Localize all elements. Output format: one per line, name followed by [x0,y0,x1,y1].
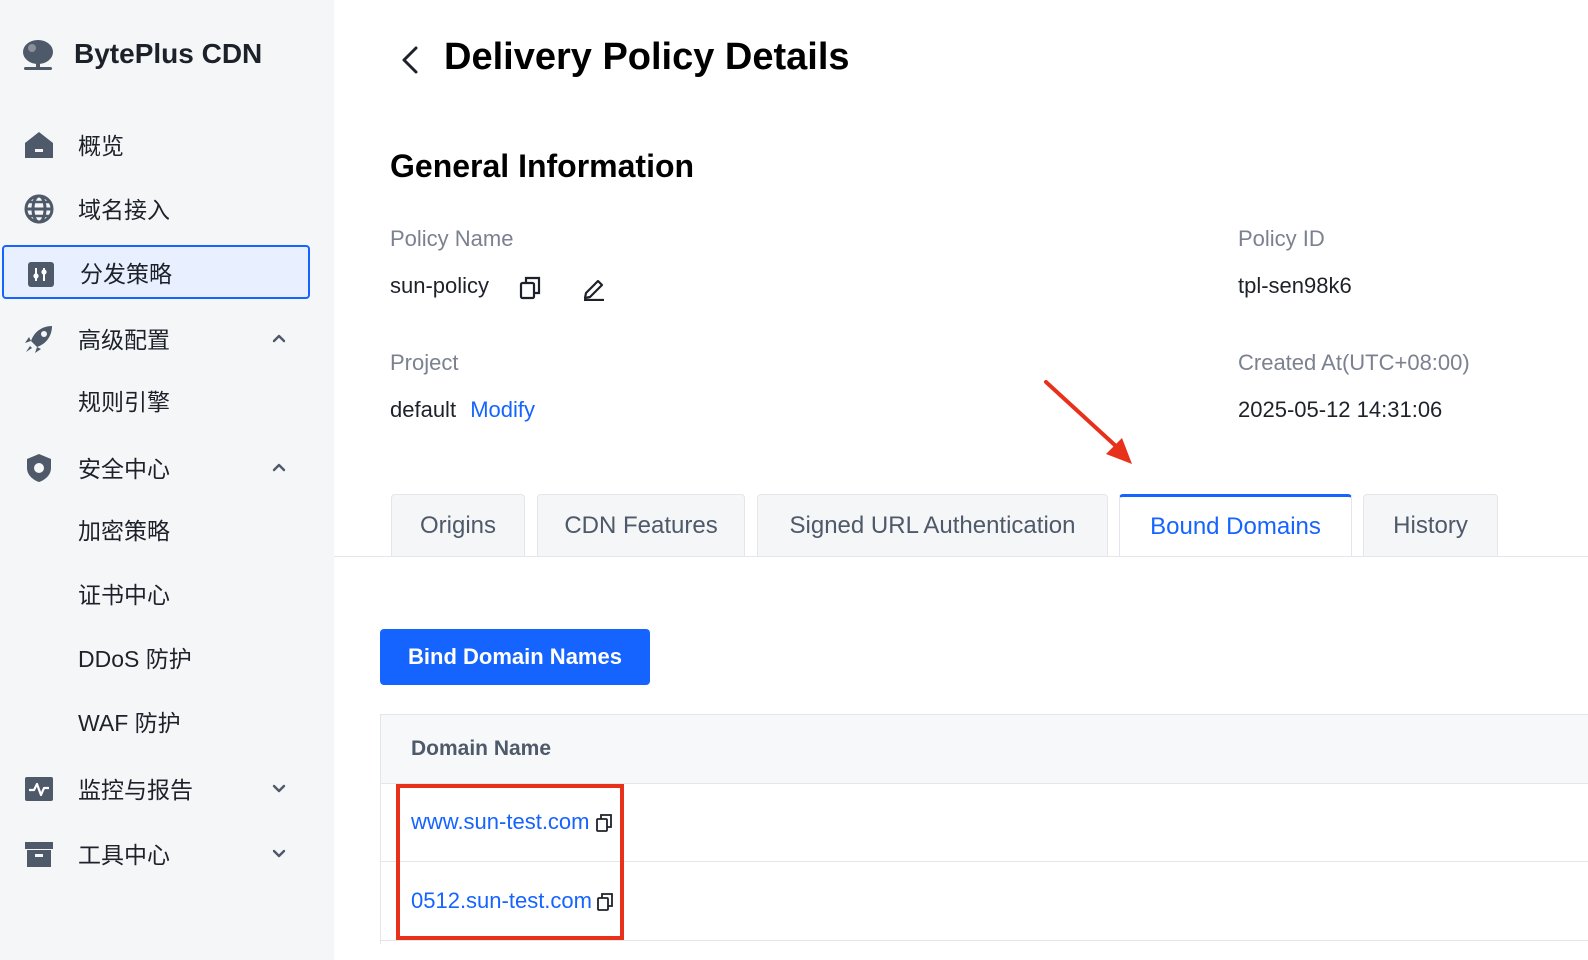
sidebar-item-label: 安全中心 [78,456,170,482]
sidebar-subitem-encryption-policy[interactable]: 加密策略 [78,511,170,551]
column-header-domain-name: Domain Name [411,737,552,760]
sidebar-item-delivery-policy[interactable]: 分发策略 [2,245,310,299]
edit-icon[interactable] [581,275,607,301]
copy-icon[interactable] [518,275,544,301]
created-at-label: Created At(UTC+08:00) [1238,350,1470,375]
rocket-icon [25,326,52,353]
shield-icon [27,454,51,482]
sidebar-subitem-certificate-center[interactable]: 证书中心 [78,575,170,615]
tab-cdn-features[interactable]: CDN Features [537,494,745,556]
page-title: Delivery Policy Details [444,36,850,78]
sidebar-item-label: 概览 [78,133,124,159]
policy-id-value: tpl-sen98k6 [1238,273,1352,298]
monitor-icon [25,777,53,801]
policy-name-value: sun-policy [390,273,490,298]
chevron-up-icon[interactable] [268,456,290,478]
sidebar-subitem-ddos-protection[interactable]: DDoS 防护 [78,639,192,679]
globe-icon [24,194,54,224]
bind-domain-names-button[interactable]: Bind Domain Names [380,629,650,685]
sidebar-item-label: 分发策略 [80,261,172,287]
sidebar-item-label: 监控与报告 [78,777,193,803]
sidebar-item-monitoring[interactable]: 监控与报告 [0,760,334,816]
project-value: default [390,397,457,422]
annotation-highlight-box [396,784,624,940]
sidebar-item-advanced-config[interactable]: 高级配置 [0,310,334,366]
policy-id-label: Policy ID [1238,226,1325,251]
sidebar-subitem-rule-engine[interactable]: 规则引擎 [78,382,170,422]
project-field: default Modify [390,397,535,423]
sidebar: BytePlus CDN 概览 域名接入 分发策略 高级配置 规则引擎 安全中心… [0,0,334,960]
table-header: Domain Name [381,714,1588,784]
sidebar-item-label: 高级配置 [78,327,170,353]
tab-signed-url-authentication[interactable]: Signed URL Authentication [757,494,1108,556]
tabs-divider [334,556,1588,557]
sidebar-item-label: 工具中心 [78,842,170,868]
tab-history[interactable]: History [1363,494,1498,556]
created-at-value: 2025-05-12 14:31:06 [1238,397,1443,422]
chevron-down-icon[interactable] [268,777,290,799]
home-icon [25,132,53,158]
modify-project-link[interactable]: Modify [470,397,535,422]
annotation-arrow [1044,380,1132,464]
sidebar-item-label: 域名接入 [78,197,170,223]
project-label: Project [390,350,459,375]
back-arrow-icon[interactable] [392,40,428,80]
chevron-up-icon[interactable] [268,327,290,349]
policy-icon [28,262,54,287]
brand-title: BytePlus CDN [74,38,263,69]
section-title-general: General Information [390,148,695,184]
tab-origins[interactable]: Origins [391,494,525,556]
brand[interactable]: BytePlus CDN [18,32,262,76]
sidebar-item-tool-center[interactable]: 工具中心 [0,825,334,881]
policy-name-label: Policy Name [390,226,514,251]
sidebar-item-domains[interactable]: 域名接入 [0,180,334,236]
sidebar-item-security-center[interactable]: 安全中心 [0,439,334,495]
toolbox-icon [25,842,53,867]
sidebar-item-overview[interactable]: 概览 [0,116,334,172]
sidebar-subitem-waf-protection[interactable]: WAF 防护 [78,703,181,743]
cloud-logo-icon [23,40,53,70]
chevron-down-icon[interactable] [268,842,290,864]
tab-bound-domains[interactable]: Bound Domains [1119,494,1352,557]
